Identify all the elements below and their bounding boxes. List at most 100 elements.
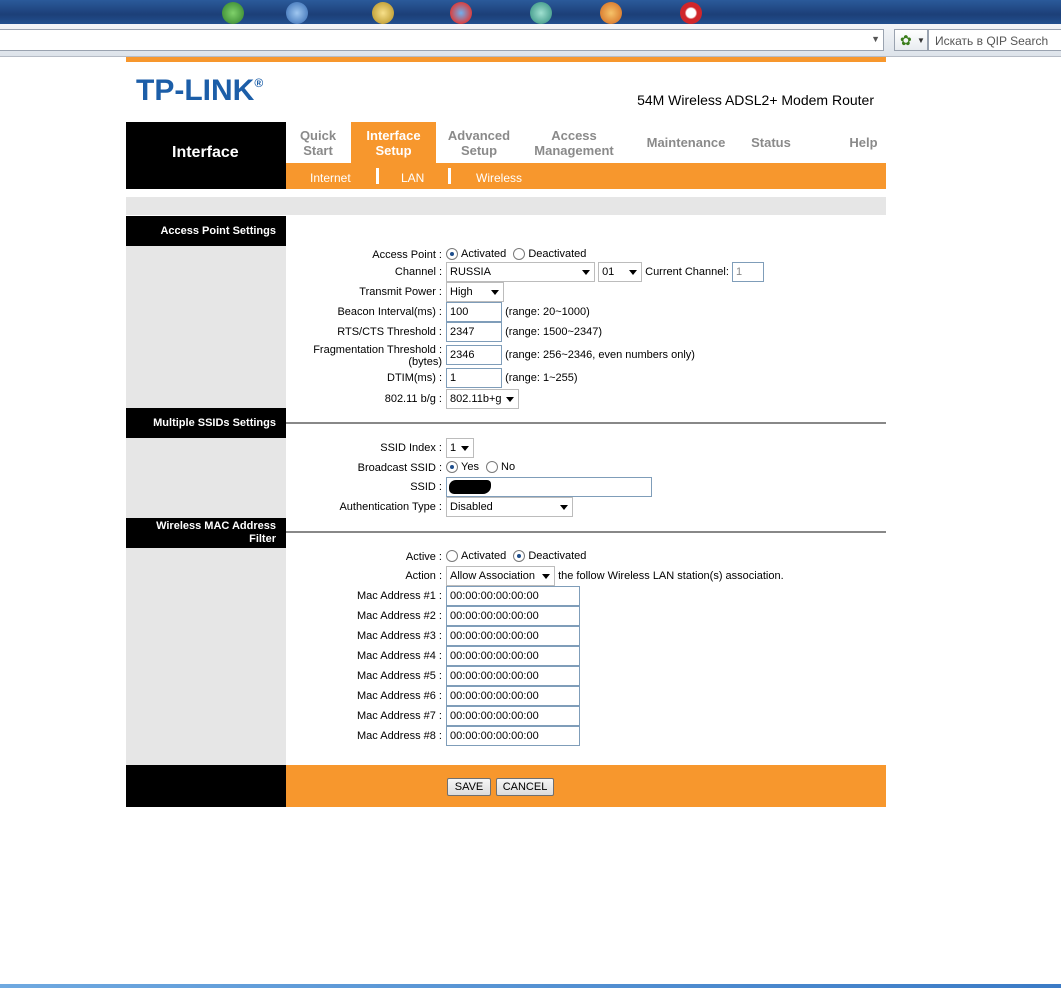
search-engine-selector[interactable]: ✿ ▼ — [894, 29, 928, 51]
qip-search-icon: ✿ — [900, 32, 912, 48]
app-icon-green[interactable] — [222, 2, 244, 24]
row-broadcast-ssid: Broadcast SSID : Yes No — [286, 458, 886, 478]
mac-address-control: 00:00:00:00:00:00 — [446, 726, 580, 746]
taskbar-bottom-edge — [0, 984, 1061, 988]
tab-label: Management — [534, 143, 614, 158]
mode-select[interactable]: 802.11b+g — [446, 389, 519, 409]
row-80211-mode: 802.11 b/g : 802.11b+g — [286, 389, 886, 409]
tab-help[interactable]: Help — [841, 135, 886, 150]
label-line: Fragmentation Threshold : — [313, 344, 442, 356]
subnav-separator — [376, 168, 379, 184]
section-header-access-point: Access Point Settings — [126, 216, 286, 246]
cancel-button[interactable]: CANCEL — [496, 778, 554, 796]
tab-interface-setup[interactable]: Interface Setup — [351, 122, 436, 163]
select-value: Allow Association — [450, 570, 535, 582]
app-icon-yellow[interactable] — [372, 2, 394, 24]
input-value: 1 — [450, 372, 457, 384]
mac-address-control: 00:00:00:00:00:00 — [446, 586, 580, 606]
mac-address-input[interactable]: 00:00:00:00:00:00 — [446, 726, 580, 746]
taskbar — [0, 0, 1061, 24]
mac-address-label: Mac Address #8 : — [357, 730, 442, 742]
tab-maintenance[interactable]: Maintenance — [641, 135, 731, 150]
mac-activated-radio[interactable] — [446, 550, 458, 563]
mac-action-suffix: the follow Wireless LAN station(s) assoc… — [558, 569, 784, 582]
select-value: 1 — [450, 442, 457, 454]
section-title: Access Point Settings — [160, 225, 276, 237]
tab-label: Interface — [366, 128, 421, 143]
broadcast-no-radio[interactable] — [486, 461, 499, 474]
transmit-power-control: High — [446, 282, 504, 302]
subtab-wireless[interactable]: Wireless — [476, 171, 522, 185]
app-icon-chrome[interactable] — [450, 2, 472, 24]
channel-controls: RUSSIA 01 Current Channel: 1 — [446, 262, 764, 282]
mac-active-label: Active : — [405, 551, 442, 563]
current-channel-field: 1 — [731, 262, 764, 282]
tab-access-management[interactable]: Access Management — [529, 128, 619, 158]
search-placeholder: Искать в QIP Search — [935, 34, 1049, 48]
content-top-bar — [126, 197, 886, 215]
input-value: 00:00:00:00:00:00 — [450, 730, 539, 742]
mac-address-input[interactable]: 00:00:00:00:00:00 — [446, 606, 580, 626]
row-mac-3: Mac Address #3 : 00:00:00:00:00:00 — [286, 626, 886, 646]
tab-label: Setup — [460, 143, 498, 158]
rts-threshold-label: RTS/CTS Threshold : — [337, 326, 442, 338]
logo-mark: ® — [254, 76, 264, 90]
beacon-interval-input[interactable]: 100 — [446, 302, 502, 322]
mac-action-select[interactable]: Allow Association — [446, 566, 555, 586]
select-value: RUSSIA — [450, 266, 491, 278]
mac-address-label: Mac Address #1 : — [357, 590, 442, 602]
row-rts-threshold: RTS/CTS Threshold : 2347 (range: 1500~23… — [286, 322, 886, 342]
ap-activated-radio[interactable] — [446, 248, 458, 261]
transmit-power-select[interactable]: High — [446, 282, 504, 302]
broadcast-yes-label: Yes — [461, 461, 479, 473]
rts-range: (range: 1500~2347) — [505, 325, 602, 338]
tab-quick-start[interactable]: Quick Start — [298, 128, 338, 158]
ap-deactivated-radio[interactable] — [513, 248, 526, 261]
app-icon-teal[interactable] — [530, 2, 552, 24]
mac-address-input[interactable]: 00:00:00:00:00:00 — [446, 686, 580, 706]
channel-number-select[interactable]: 01 — [598, 262, 643, 282]
mac-address-label: Mac Address #2 : — [357, 610, 442, 622]
tab-status[interactable]: Status — [746, 135, 796, 150]
ssid-input[interactable] — [446, 477, 652, 497]
input-value: 00:00:00:00:00:00 — [450, 590, 539, 602]
mac-address-input[interactable]: 00:00:00:00:00:00 — [446, 706, 580, 726]
tab-advanced-setup[interactable]: Advanced Setup — [444, 128, 514, 158]
app-icon-blue[interactable] — [286, 2, 308, 24]
nav-section-title: Interface — [172, 144, 239, 161]
subtab-internet[interactable]: Internet — [310, 171, 351, 185]
broadcast-yes-radio[interactable] — [446, 461, 458, 474]
rts-threshold-input[interactable]: 2347 — [446, 322, 502, 342]
chevron-down-icon[interactable]: ▼ — [871, 34, 880, 44]
channel-country-select[interactable]: RUSSIA — [446, 262, 595, 282]
auth-type-select[interactable]: Disabled — [446, 497, 573, 517]
save-button[interactable]: SAVE — [447, 778, 491, 796]
row-fragmentation: Fragmentation Threshold : (bytes) 2346 (… — [286, 342, 886, 368]
search-input[interactable]: Искать в QIP Search — [928, 29, 1061, 51]
tab-label: Start — [303, 143, 333, 158]
mac-address-input[interactable]: 00:00:00:00:00:00 — [446, 646, 580, 666]
left-column — [126, 216, 286, 765]
app-icon-opera[interactable] — [680, 2, 702, 24]
fragmentation-input[interactable]: 2346 — [446, 345, 502, 365]
select-value: 01 — [602, 266, 615, 278]
mode-label: 802.11 b/g : — [384, 393, 442, 405]
url-input[interactable]: ▼ — [0, 29, 884, 51]
subtab-lan[interactable]: LAN — [401, 171, 424, 185]
mac-address-label: Mac Address #3 : — [357, 630, 442, 642]
input-value: 00:00:00:00:00:00 — [450, 670, 539, 682]
row-channel: Channel : RUSSIA 01 Current Channel: 1 — [286, 262, 886, 282]
ssid-index-select[interactable]: 1 — [446, 438, 474, 458]
mac-address-input[interactable]: 00:00:00:00:00:00 — [446, 626, 580, 646]
dtim-input[interactable]: 1 — [446, 368, 502, 388]
ap-activated-label: Activated — [461, 248, 507, 260]
mac-address-input[interactable]: 00:00:00:00:00:00 — [446, 586, 580, 606]
mac-address-input[interactable]: 00:00:00:00:00:00 — [446, 666, 580, 686]
beacon-range: (range: 20~1000) — [505, 305, 590, 318]
app-icon-firefox[interactable] — [600, 2, 622, 24]
mac-deactivated-radio[interactable] — [513, 550, 526, 563]
mac-address-label: Mac Address #6 : — [357, 690, 442, 702]
mac-deactivated-label: Deactivated — [528, 550, 587, 562]
beacon-interval-control: 100 (range: 20~1000) — [446, 302, 590, 322]
nav-tabs: Quick Start Interface Setup Advanced Set… — [286, 122, 886, 163]
